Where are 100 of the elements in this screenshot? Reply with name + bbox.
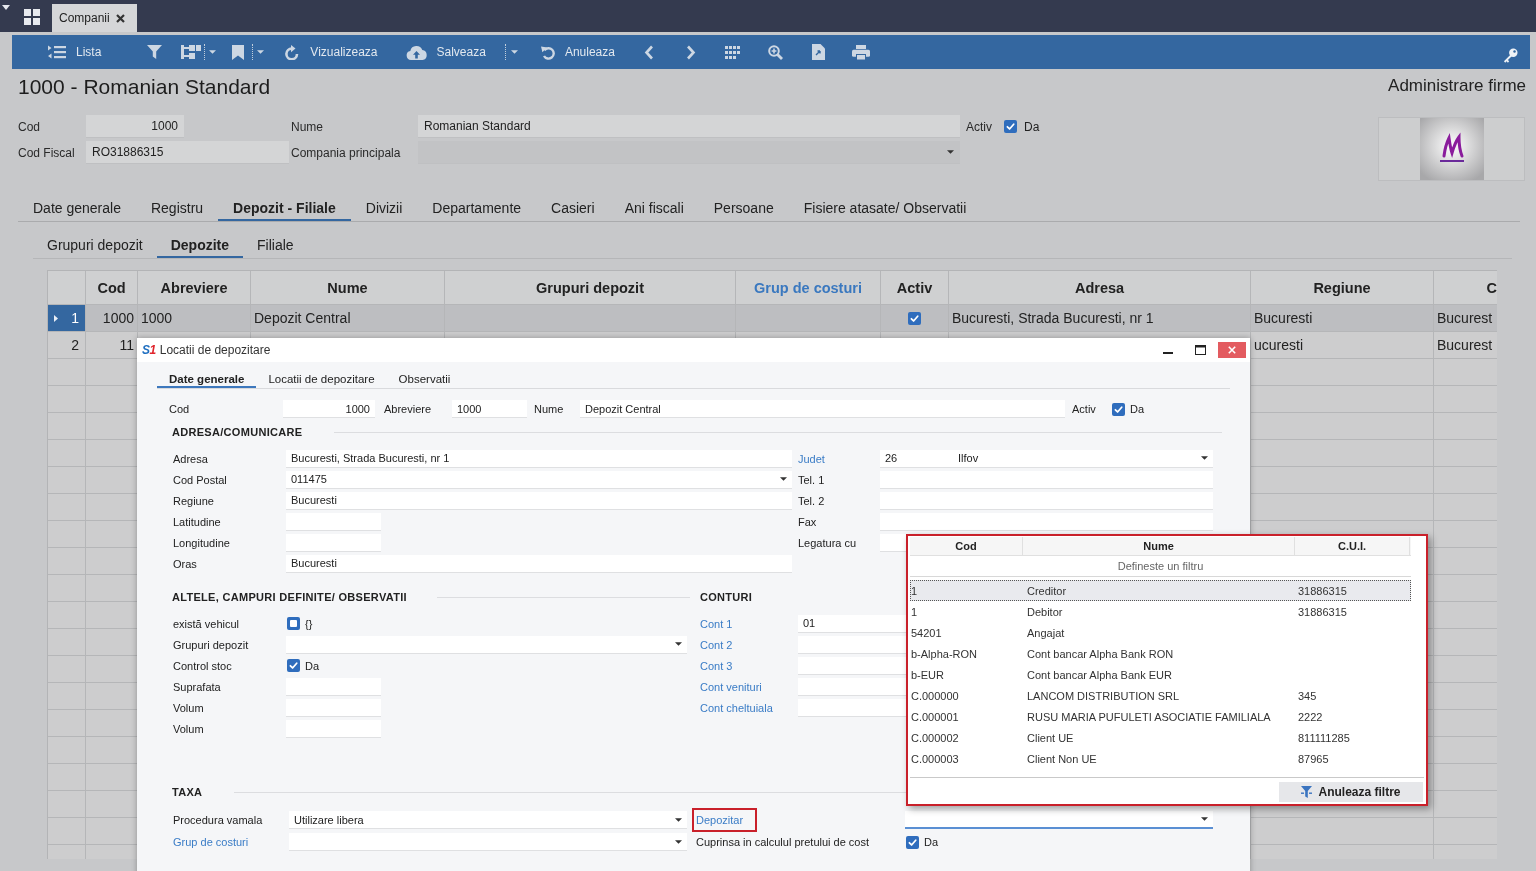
tab[interactable]: Companii xyxy=(52,4,137,32)
field-label: Cuprinsa in calculul pretului de cost xyxy=(696,836,870,848)
chevron-right-icon[interactable] xyxy=(685,44,696,60)
table-cell: Creditor xyxy=(1027,584,1067,597)
field-label: există vehicul xyxy=(173,617,240,630)
table-cell xyxy=(86,575,138,602)
bookmark-icon[interactable] xyxy=(232,44,245,60)
table-cell: Debitor xyxy=(1027,605,1063,618)
table-cell xyxy=(86,602,138,629)
text-field[interactable]: Romanian Standard xyxy=(418,115,960,138)
table-cell: 1000 xyxy=(86,305,138,332)
table-cell: Cont bancar Alpha Bank EUR xyxy=(1027,668,1172,681)
chevron-left-icon[interactable] xyxy=(643,44,654,60)
table-cell: Depozit Central xyxy=(251,305,445,332)
text-field[interactable]: 1000 xyxy=(86,115,184,138)
zoom-in-icon[interactable] xyxy=(767,44,783,60)
table-cell: b-Alpha-RON xyxy=(911,647,978,660)
tab[interactable]: Date generale xyxy=(18,197,136,221)
column-header[interactable]: Cod xyxy=(86,271,138,305)
table-cell: 1 xyxy=(911,605,918,618)
section-heading: ALTELE, CAMPURI DEFINITE/ OBSERVATII xyxy=(172,591,407,603)
table-cell: 811111285 xyxy=(1298,731,1350,744)
dots-grid-icon[interactable] xyxy=(724,45,740,59)
column-header[interactable]: Adresa xyxy=(949,271,1251,305)
column-header[interactable]: Abreviere xyxy=(138,271,251,305)
tab[interactable]: Depozit - Filiale xyxy=(218,197,351,221)
tab[interactable]: Filiale xyxy=(243,235,308,258)
hierarchy-icon[interactable] xyxy=(181,45,202,59)
tab[interactable]: Casieri xyxy=(536,197,610,221)
field-label: Cod Postal xyxy=(173,473,227,486)
tab[interactable]: Registru xyxy=(135,197,219,221)
field-label: Tel. 1 xyxy=(798,473,825,486)
field-label: Nume xyxy=(534,403,565,415)
column-header[interactable]: C xyxy=(1434,271,1497,305)
undo-icon xyxy=(540,44,555,60)
row-number: 1 xyxy=(71,310,79,326)
tab[interactable]: Grupuri depozit xyxy=(33,235,157,258)
field-label: Compania principala xyxy=(291,145,401,160)
field-label: Tel. 2 xyxy=(798,494,825,507)
table-cell: C.000000 xyxy=(911,689,959,702)
filter-icon[interactable] xyxy=(147,45,163,59)
table-cell: 2222 xyxy=(1298,710,1323,723)
caret-icon[interactable] xyxy=(2,5,10,10)
toolbar-button[interactable]: Vizualizeaza xyxy=(284,44,378,60)
printer-icon[interactable] xyxy=(851,44,870,60)
module-title: Administrare firme xyxy=(1388,76,1526,96)
column-header[interactable]: Grupuri depozit xyxy=(445,271,736,305)
table-cell xyxy=(86,791,138,818)
list-icon xyxy=(48,45,66,59)
field-label: Regiune xyxy=(173,494,214,507)
table-cell xyxy=(86,818,138,845)
field-label: Activ xyxy=(1072,403,1097,415)
tab[interactable]: Depozite xyxy=(156,235,244,258)
field-label: Oras xyxy=(173,557,197,570)
text-field[interactable]: RO31886315 xyxy=(86,141,289,164)
table-cell: 345 xyxy=(1298,689,1317,702)
field-label: Grupuri depozit xyxy=(173,638,249,651)
table-cell: Bucuresti, Strada Bucuresti, nr 1 xyxy=(949,305,1251,332)
row-header[interactable]: 2 xyxy=(48,332,86,359)
toolbar-button[interactable]: Anuleaza xyxy=(540,44,615,60)
key-icon[interactable] xyxy=(1503,47,1518,63)
field-label: Nume xyxy=(291,119,323,134)
table-cell xyxy=(1434,413,1497,440)
dropdown-field[interactable] xyxy=(418,141,960,164)
row-number: 2 xyxy=(71,337,79,353)
table-cell: ucuresti xyxy=(1251,332,1434,359)
tab[interactable]: Fisiere atasate/ Observatii xyxy=(788,197,982,221)
column-header[interactable]: Activ xyxy=(881,271,949,305)
document-icon[interactable] xyxy=(811,44,825,60)
table-cell: Angajat xyxy=(1027,626,1065,639)
column-header[interactable]: Nume xyxy=(251,271,445,305)
row-pointer-icon xyxy=(54,314,58,322)
refresh-icon xyxy=(284,44,301,60)
table-cell: 31886315 xyxy=(1298,584,1347,597)
tab[interactable]: Divizii xyxy=(350,197,418,221)
row-header[interactable]: 1 xyxy=(48,305,86,332)
table-cell: 31886315 xyxy=(1298,605,1347,618)
table-cell: Bucurest xyxy=(1434,332,1497,359)
checkbox[interactable] xyxy=(908,311,921,325)
table-cell xyxy=(86,494,138,521)
caret-icon[interactable] xyxy=(947,150,954,154)
tab[interactable]: Departamente xyxy=(417,197,537,221)
table-cell xyxy=(86,683,138,710)
table-cell xyxy=(86,548,138,575)
tab[interactable]: Ani fiscali xyxy=(609,197,699,221)
table-cell: Bucurest xyxy=(1434,305,1497,332)
table-cell: Client UE xyxy=(1027,731,1074,744)
checkbox-label: Da xyxy=(1024,119,1040,134)
close-icon[interactable] xyxy=(115,13,125,23)
table-cell: C.000001 xyxy=(911,710,959,723)
app-logo: S1 xyxy=(142,343,156,357)
checkbox[interactable] xyxy=(1004,120,1017,133)
field-label: Legatura cu xyxy=(798,536,857,549)
toolbar-button[interactable]: Salveaza xyxy=(405,44,486,60)
table-cell xyxy=(86,737,138,764)
column-header[interactable]: Regiune xyxy=(1251,271,1434,305)
toolbar-button[interactable]: Lista xyxy=(48,45,102,59)
table-cell: 1 xyxy=(911,584,918,597)
tab[interactable]: Persoane xyxy=(698,197,789,221)
grid-icon[interactable] xyxy=(24,9,40,25)
